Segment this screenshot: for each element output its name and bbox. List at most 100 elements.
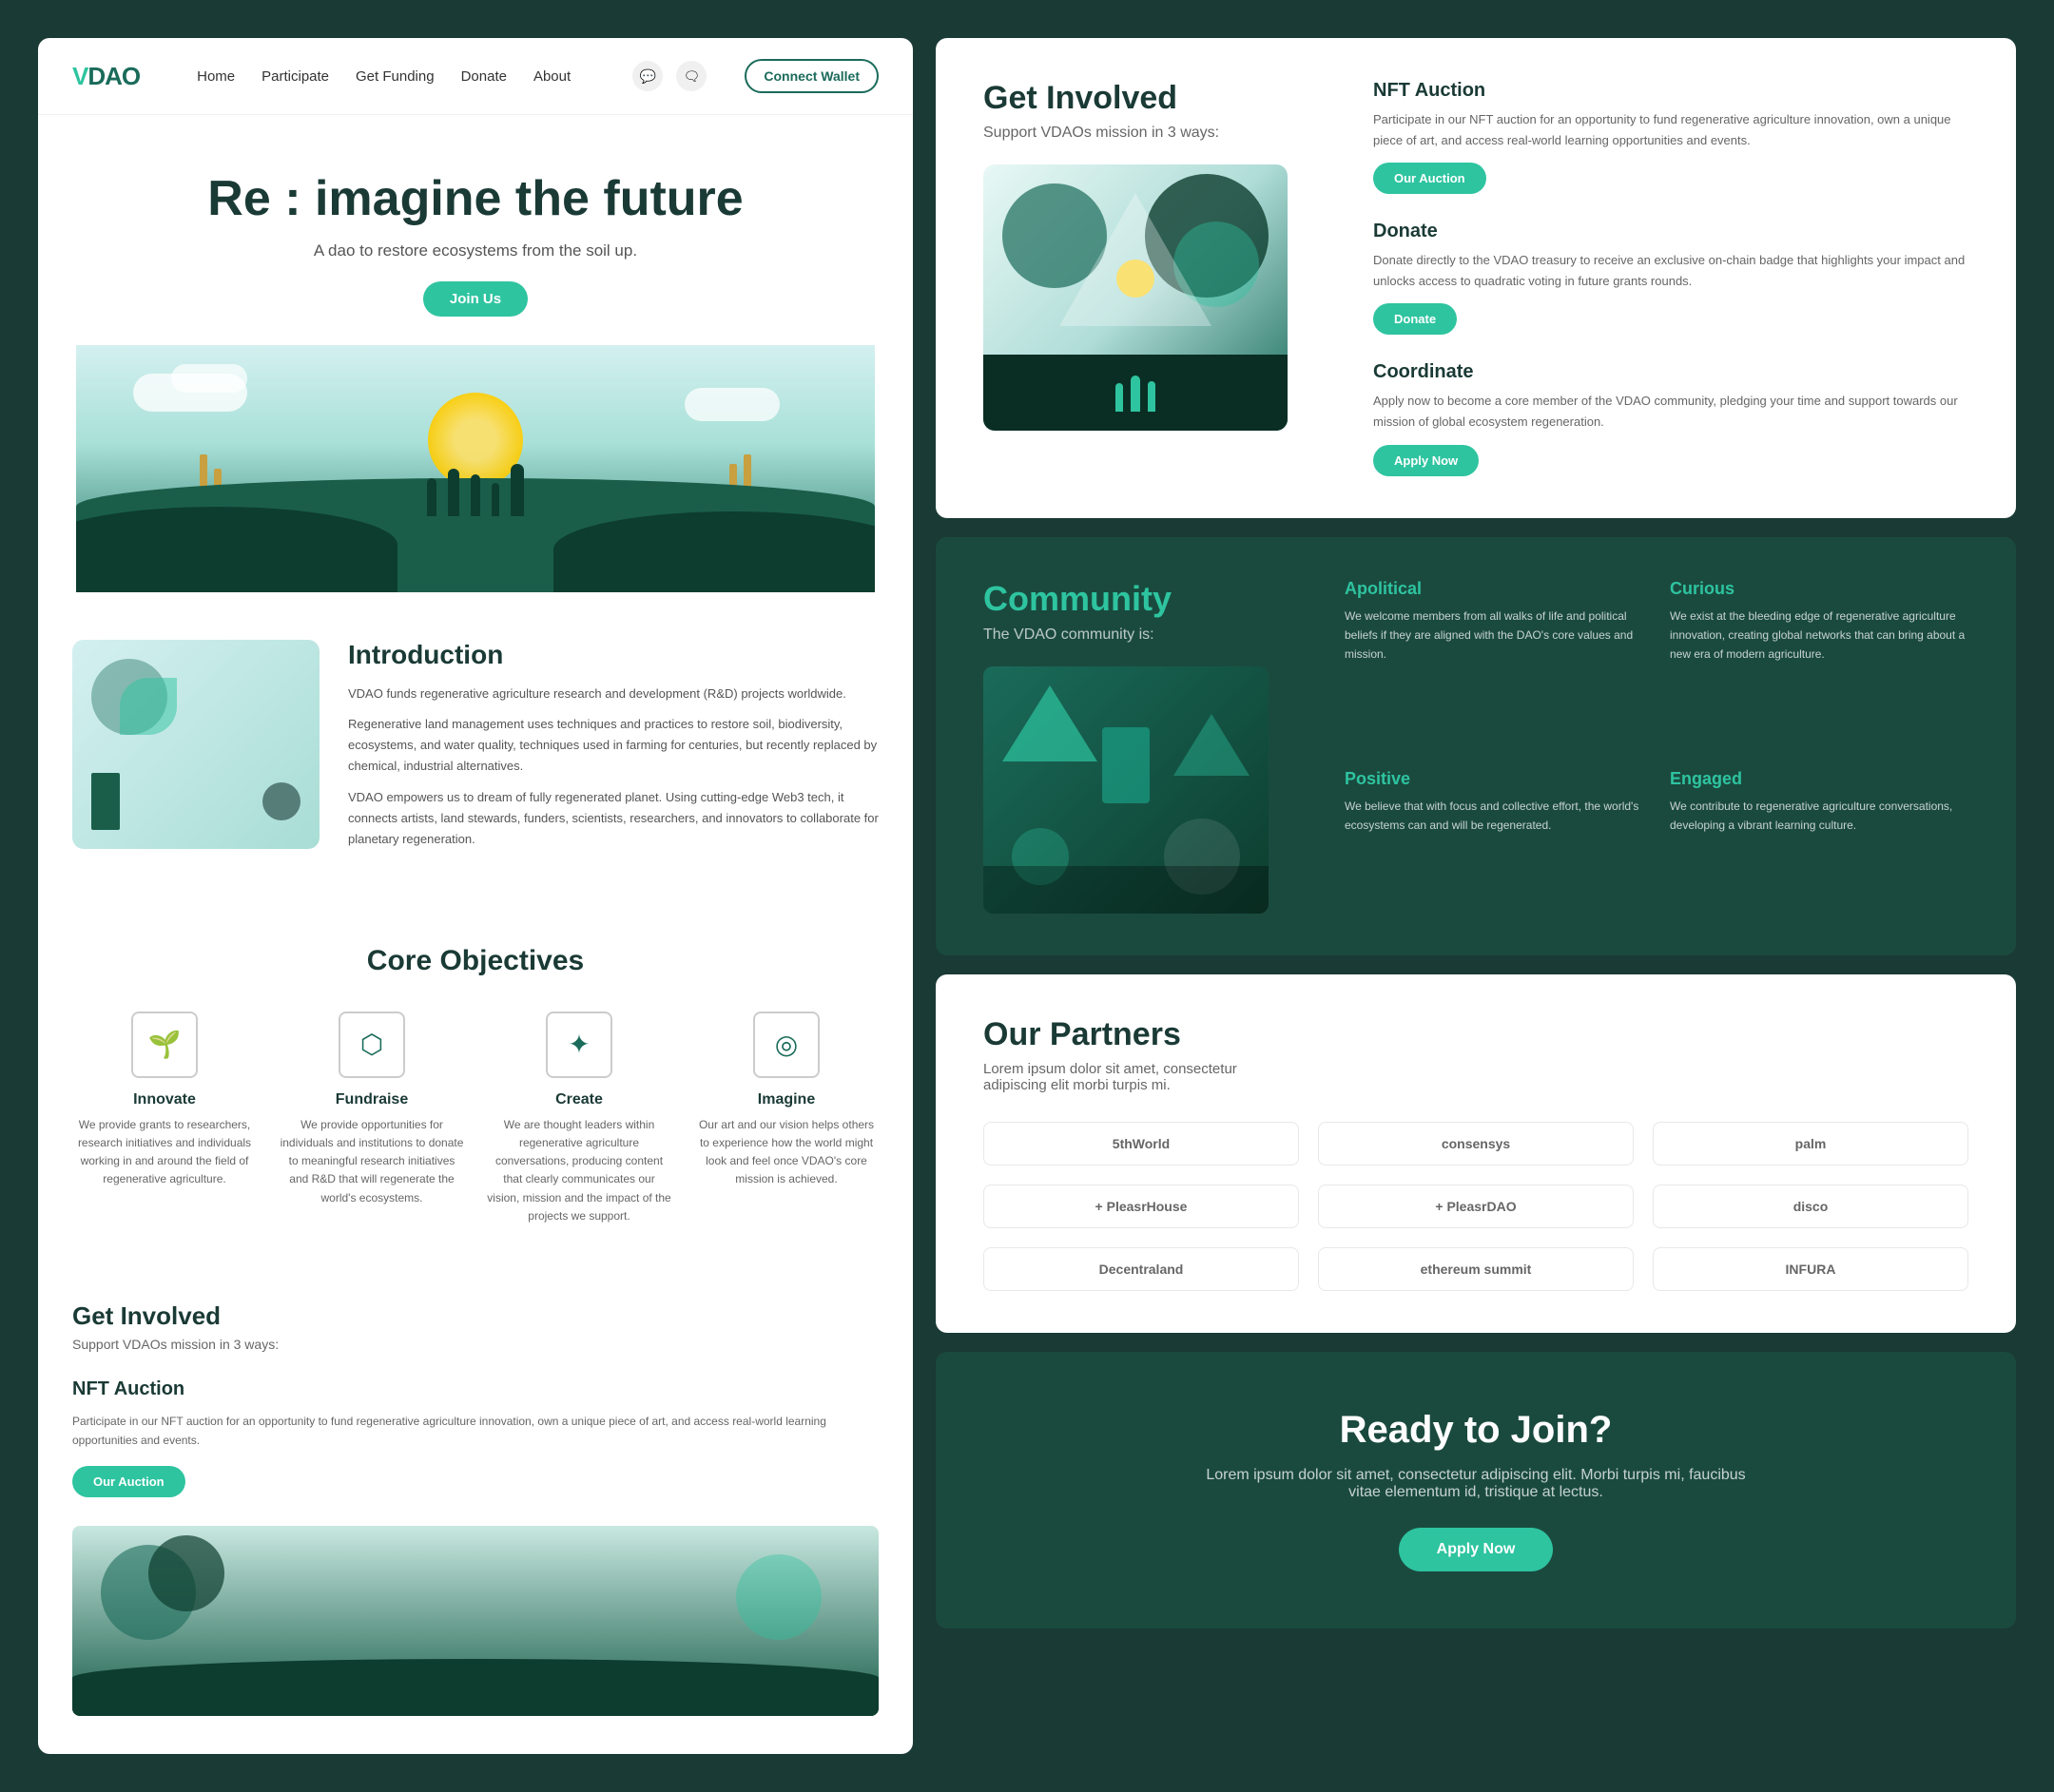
fundraise-title: Fundraise	[280, 1091, 464, 1108]
partners-section: Our Partners Lorem ipsum dolor sit amet,…	[936, 974, 2016, 1333]
get-involved-left-heading: Get Involved	[72, 1301, 879, 1331]
nav-links: Home Participate Get Funding Donate Abou…	[197, 68, 594, 85]
objective-fundraise: ⬡ Fundraise We provide opportunities for…	[280, 1012, 464, 1225]
intro-para-3: VDAO empowers us to dream of fully regen…	[348, 787, 879, 850]
innovate-icon: 🌱	[131, 1012, 198, 1078]
silhouettes	[427, 464, 524, 516]
hero-illustration	[76, 345, 875, 592]
core-objectives-section: Core Objectives 🌱 Innovate We provide gr…	[38, 907, 913, 1263]
partner-ethereum: ethereum summit	[1318, 1247, 1634, 1291]
cloud-3	[685, 388, 780, 421]
objectives-grid: 🌱 Innovate We provide grants to research…	[72, 1012, 879, 1225]
message-icon[interactable]: 💬	[632, 61, 663, 91]
community-subtitle: The VDAO community is:	[983, 626, 1307, 644]
gi-coordinate-title: Coordinate	[1373, 361, 1968, 383]
our-auction-button-right[interactable]: Our Auction	[1373, 163, 1486, 194]
gi-donate-title: Donate	[1373, 221, 1968, 242]
engaged-title: Engaged	[1670, 769, 1968, 789]
apply-now-button-bottom[interactable]: Apply Now	[1399, 1528, 1554, 1571]
community-left-col: Community The VDAO community is:	[983, 579, 1307, 914]
imagine-desc: Our art and our vision helps others to e…	[694, 1116, 879, 1189]
outer-container: VDAO Home Participate Get Funding Donate…	[38, 38, 2016, 1754]
our-auction-button-left[interactable]: Our Auction	[72, 1466, 185, 1497]
intro-para-1: VDAO funds regenerative agriculture rese…	[348, 684, 879, 704]
hero-subtitle: A dao to restore ecosystems from the soi…	[76, 241, 875, 260]
tri-2	[1173, 714, 1250, 776]
gi-nft-auction: NFT Auction Participate in our NFT aucti…	[1373, 80, 1968, 194]
ready-section: Ready to Join? Lorem ipsum dolor sit ame…	[936, 1352, 2016, 1628]
gi-coordinate: Coordinate Apply now to become a core me…	[1373, 361, 1968, 475]
right-panel: Get Involved Support VDAOs mission in 3 …	[936, 38, 2016, 1754]
donate-button[interactable]: Donate	[1373, 303, 1457, 335]
community-illustration	[983, 666, 1269, 914]
figure-community	[1102, 727, 1150, 803]
objective-innovate: 🌱 Innovate We provide grants to research…	[72, 1012, 257, 1225]
nav-participate[interactable]: Participate	[262, 68, 329, 85]
partner-consensys: consensys	[1318, 1122, 1634, 1166]
gi-coordinate-desc: Apply now to become a core member of the…	[1373, 391, 1968, 433]
gi-items: NFT Auction Participate in our NFT aucti…	[1373, 80, 1968, 476]
figures-deco	[1115, 376, 1155, 412]
objective-imagine: ◎ Imagine Our art and our vision helps o…	[694, 1012, 879, 1225]
ground-left	[76, 507, 397, 592]
tri-1	[1002, 685, 1097, 761]
community-apolitical: Apolitical We welcome members from all w…	[1345, 579, 1643, 742]
left-panel: VDAO Home Participate Get Funding Donate…	[38, 38, 913, 1754]
partner-palm: palm	[1653, 1122, 1968, 1166]
positive-desc: We believe that with focus and collectiv…	[1345, 797, 1643, 836]
ready-heading: Ready to Join?	[983, 1409, 1968, 1452]
engaged-desc: We contribute to regenerative agricultur…	[1670, 797, 1968, 836]
partner-disco: disco	[1653, 1185, 1968, 1228]
apply-now-button-top[interactable]: Apply Now	[1373, 445, 1479, 476]
get-involved-left-subtitle: Support VDAOs mission in 3 ways:	[72, 1337, 879, 1352]
curious-title: Curious	[1670, 579, 1968, 599]
ready-desc: Lorem ipsum dolor sit amet, consectetur …	[1191, 1467, 1761, 1501]
sil-2	[448, 469, 459, 516]
connect-wallet-button[interactable]: Connect Wallet	[745, 59, 879, 93]
introduction-section: Introduction VDAO funds regenerative agr…	[38, 592, 913, 907]
intro-text: Introduction VDAO funds regenerative agr…	[348, 640, 879, 859]
ground-right	[553, 511, 875, 592]
gi-nft-desc: Participate in our NFT auction for an op…	[1373, 109, 1968, 151]
community-section: Community The VDAO community is: Apoliti…	[936, 537, 2016, 955]
community-grid: Apolitical We welcome members from all w…	[1345, 579, 1968, 914]
small-sun	[1116, 260, 1154, 298]
sil-3	[471, 474, 480, 516]
get-involved-right-heading: Get Involved	[983, 80, 1326, 117]
partner-pleasrdao: + PleasrDAO	[1318, 1185, 1634, 1228]
partner-pleasrhouse: + PleasrHouse	[983, 1185, 1299, 1228]
sil-5	[511, 464, 524, 516]
innovate-desc: We provide grants to researchers, resear…	[72, 1116, 257, 1189]
positive-title: Positive	[1345, 769, 1643, 789]
create-desc: We are thought leaders within regenerati…	[487, 1116, 671, 1225]
create-title: Create	[487, 1091, 671, 1108]
partners-logos-grid: 5thWorld consensys palm + PleasrHouse + …	[983, 1122, 1968, 1291]
nft-section-left: NFT Auction Participate in our NFT aucti…	[72, 1378, 879, 1497]
gi-nft-title: NFT Auction	[1373, 80, 1968, 102]
intro-illustration	[72, 640, 320, 849]
join-us-button[interactable]: Join Us	[423, 281, 528, 317]
imagine-title: Imagine	[694, 1091, 879, 1108]
community-heading: Community	[983, 579, 1307, 619]
create-icon: ✦	[546, 1012, 612, 1078]
apolitical-desc: We welcome members from all walks of lif…	[1345, 607, 1643, 665]
cloud-2	[171, 364, 247, 393]
objective-create: ✦ Create We are thought leaders within r…	[487, 1012, 671, 1225]
nft-big-illustration	[983, 164, 1288, 431]
tree-circle-2	[148, 1535, 224, 1611]
community-positive: Positive We believe that with focus and …	[1345, 769, 1643, 914]
partner-5thworld: 5thWorld	[983, 1122, 1299, 1166]
chat-icon[interactable]: 🗨	[676, 61, 707, 91]
nav-donate[interactable]: Donate	[461, 68, 507, 85]
nav-get-funding[interactable]: Get Funding	[356, 68, 435, 85]
tree-circle-3	[736, 1554, 822, 1640]
sil-4	[492, 483, 499, 516]
fundraise-desc: We provide opportunities for individuals…	[280, 1116, 464, 1207]
get-involved-right-left-col: Get Involved Support VDAOs mission in 3 …	[983, 80, 1326, 476]
apolitical-title: Apolitical	[1345, 579, 1643, 599]
nav-about[interactable]: About	[533, 68, 571, 85]
gi-donate-desc: Donate directly to the VDAO treasury to …	[1373, 250, 1968, 292]
intro-para-2: Regenerative land management uses techni…	[348, 714, 879, 777]
community-curious: Curious We exist at the bleeding edge of…	[1670, 579, 1968, 742]
nav-home[interactable]: Home	[197, 68, 235, 85]
